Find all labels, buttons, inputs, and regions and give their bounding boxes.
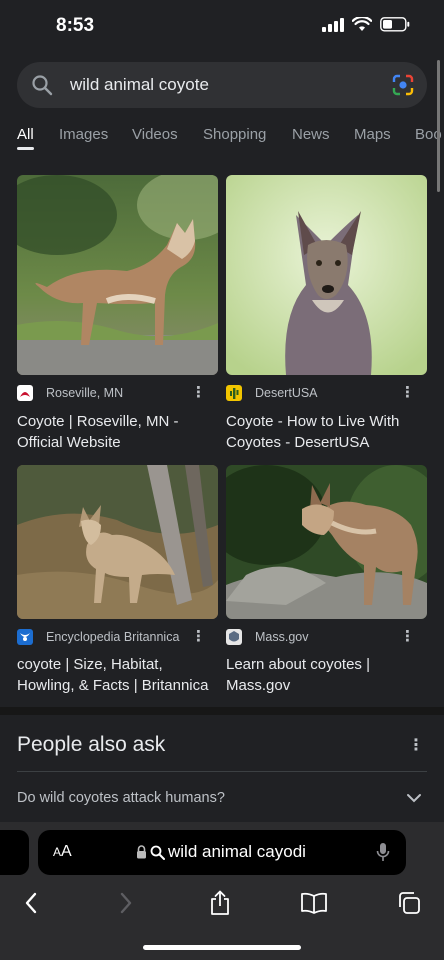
result-title-line: Learn about coyotes | <box>226 656 370 673</box>
chevron-right-icon <box>120 892 132 914</box>
result-title-line: Howling, & Facts | Britannica <box>17 677 209 694</box>
lock-icon <box>137 845 146 859</box>
search-icon <box>150 845 165 860</box>
address-bar[interactable]: AA wild animal cayodi <box>38 830 406 875</box>
more-options-icon[interactable]: ⋮ <box>408 735 424 755</box>
google-lens-icon[interactable] <box>392 74 414 96</box>
result-title[interactable]: Learn about coyotes | Mass.gov <box>226 654 370 696</box>
search-query: wild animal coyote <box>70 75 209 94</box>
chevron-left-icon <box>25 892 37 914</box>
result-title-line: Coyote - How to Live With <box>226 413 400 430</box>
tab-shopping[interactable]: Shopping <box>203 126 266 143</box>
divider <box>17 771 427 772</box>
roseville-favicon <box>17 385 33 401</box>
microphone-icon[interactable] <box>376 842 390 863</box>
back-button[interactable] <box>15 888 47 918</box>
status-icons <box>322 17 410 32</box>
search-input[interactable]: wild animal coyote <box>17 62 427 108</box>
result-title-line: Mass.gov <box>226 677 291 694</box>
reader-aa-button[interactable]: AA <box>53 843 72 861</box>
section-divider <box>0 707 444 715</box>
home-indicator <box>143 945 301 950</box>
aa-large: A <box>61 843 72 860</box>
result-title[interactable]: coyote | Size, Habitat, Howling, & Facts… <box>17 654 208 696</box>
tab-news[interactable]: News <box>292 126 330 143</box>
cellular-signal-icon <box>322 17 344 32</box>
forward-button[interactable] <box>110 888 142 918</box>
result-title-line: coyote | Size, Habitat, <box>17 656 163 673</box>
search-tabs: All Images Videos Shopping News Maps Boo <box>0 118 444 154</box>
result-title-line: Official Website <box>17 434 121 451</box>
more-options-icon[interactable]: ⋮ <box>400 629 415 645</box>
previous-tab-peek[interactable] <box>0 830 29 875</box>
paa-question[interactable]: Do wild coyotes attack humans? <box>17 790 225 806</box>
image-result-desertusa[interactable]: DesertUSA ⋮ Coyote - How to Live With Co… <box>226 175 427 451</box>
result-source[interactable]: Mass.gov ⋮ <box>226 627 427 647</box>
share-icon <box>211 890 229 915</box>
tabs-icon <box>399 892 420 914</box>
image-result-massgov[interactable]: Mass.gov ⋮ Learn about coyotes | Mass.go… <box>226 465 427 694</box>
more-options-icon[interactable]: ⋮ <box>400 385 415 401</box>
share-button[interactable] <box>204 888 236 918</box>
tab-all[interactable]: All <box>17 126 34 143</box>
address-text: wild animal cayodi <box>168 842 306 861</box>
aa-small: A <box>53 845 62 859</box>
image-result-roseville[interactable]: Roseville, MN ⋮ Coyote | Roseville, MN -… <box>17 175 218 451</box>
wifi-icon <box>352 17 372 31</box>
result-title-line: Coyote | Roseville, MN - <box>17 413 179 430</box>
battery-icon <box>380 17 410 32</box>
desertusa-favicon <box>226 385 242 401</box>
address-field[interactable]: wild animal cayodi <box>136 842 306 862</box>
book-icon <box>301 892 327 914</box>
source-name: Encyclopedia Britannica <box>46 630 180 644</box>
bookmarks-button[interactable] <box>298 888 330 918</box>
tab-videos[interactable]: Videos <box>132 126 178 143</box>
active-tab-indicator <box>17 147 34 150</box>
coyote-image[interactable] <box>226 175 427 375</box>
status-bar: 8:53 <box>0 0 444 54</box>
scrollbar[interactable] <box>437 60 440 192</box>
tab-maps[interactable]: Maps <box>354 126 391 143</box>
more-options-icon[interactable]: ⋮ <box>191 385 206 401</box>
tabs-button[interactable] <box>393 888 425 918</box>
massgov-favicon <box>226 629 242 645</box>
result-title-line: Coyotes - DesertUSA <box>226 434 370 451</box>
tab-images[interactable]: Images <box>59 126 108 143</box>
result-source[interactable]: DesertUSA ⋮ <box>226 383 427 403</box>
source-name: Roseville, MN <box>46 386 124 400</box>
coyote-image[interactable] <box>17 465 218 619</box>
result-title[interactable]: Coyote - How to Live With Coyotes - Dese… <box>226 411 399 453</box>
people-also-ask-heading: People also ask <box>17 733 166 756</box>
status-time: 8:53 <box>56 15 95 36</box>
britannica-favicon <box>17 629 33 645</box>
coyote-image[interactable] <box>17 175 218 375</box>
chevron-down-icon[interactable] <box>406 790 422 806</box>
source-name: DesertUSA <box>255 386 318 400</box>
coyote-image[interactable] <box>226 465 427 619</box>
source-name: Mass.gov <box>255 630 309 644</box>
result-title[interactable]: Coyote | Roseville, MN - Official Websit… <box>17 411 178 453</box>
image-result-britannica[interactable]: Encyclopedia Britannica ⋮ coyote | Size,… <box>17 465 218 694</box>
result-source[interactable]: Encyclopedia Britannica ⋮ <box>17 627 218 647</box>
more-options-icon[interactable]: ⋮ <box>191 629 206 645</box>
result-source[interactable]: Roseville, MN ⋮ <box>17 383 218 403</box>
search-icon <box>32 75 53 96</box>
